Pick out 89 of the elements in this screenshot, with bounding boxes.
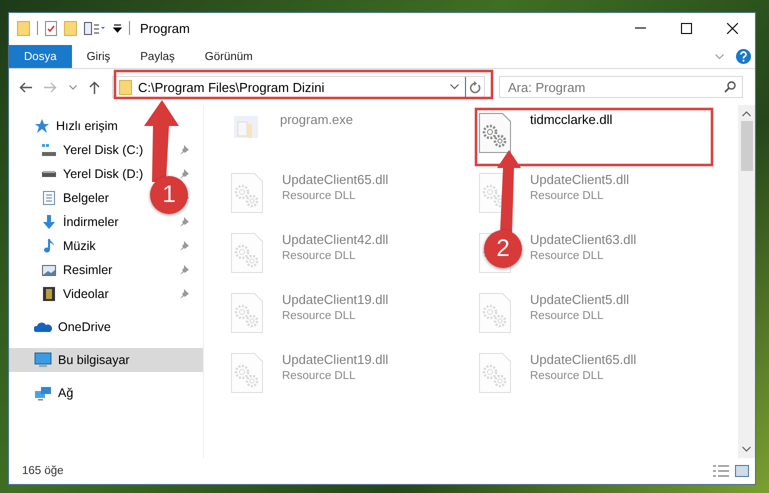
file-item[interactable]: UpdateClient65.dll Resource DLL — [474, 348, 722, 408]
gear-file-icon — [230, 172, 264, 214]
file-name: UpdateClient65.dll — [530, 352, 636, 367]
pin-icon[interactable] — [179, 145, 189, 155]
up-arrow-icon — [89, 80, 100, 94]
gear-file-icon — [478, 352, 512, 394]
sidebar-item[interactable]: Hızlı erişim — [9, 114, 203, 138]
window-title: Program — [140, 20, 191, 36]
pin-icon[interactable] — [179, 289, 189, 299]
file-name: UpdateClient19.dll — [282, 352, 388, 367]
file-type: Resource DLL — [282, 310, 357, 322]
address-bar[interactable]: C:\Program Files\Program Dizini — [112, 76, 485, 98]
file-type: Resource DLL — [282, 250, 357, 262]
drive-icon — [42, 171, 56, 177]
pin-icon[interactable] — [179, 265, 189, 275]
scrollbar[interactable] — [738, 105, 755, 458]
file-item[interactable]: UpdateClient42.dll Resource DLL — [226, 228, 474, 288]
file-type: Resource DLL — [530, 310, 605, 322]
customize-arrow-icon[interactable] — [113, 24, 122, 32]
details-view-icon[interactable] — [713, 465, 729, 477]
file-item[interactable]: UpdateClient65.dll Resource DLL — [226, 168, 474, 228]
file-type: Resource DLL — [282, 370, 357, 382]
gear-file-icon — [230, 232, 264, 274]
file-type: Resource DLL — [530, 250, 605, 262]
refresh-icon — [469, 80, 481, 94]
file-name: UpdateClient5.dll — [530, 292, 630, 307]
network-icon — [34, 385, 52, 401]
pin-icon[interactable] — [179, 169, 189, 179]
file-name: UpdateClient63.dll — [530, 232, 636, 247]
properties-icon[interactable] — [84, 22, 106, 34]
sidebar-item[interactable]: Müzik — [9, 234, 203, 258]
file-item[interactable]: UpdateClient19.dll Resource DLL — [226, 348, 474, 408]
picture-icon — [41, 262, 57, 278]
file-name: program.exe — [280, 112, 353, 127]
file-item[interactable]: UpdateClient19.dll Resource DLL — [226, 288, 474, 348]
search-icon — [724, 81, 736, 93]
file-name: UpdateClient19.dll — [282, 292, 388, 307]
checklist-icon[interactable] — [45, 20, 57, 36]
pin-icon[interactable] — [179, 241, 189, 251]
forward-arrow-icon — [44, 82, 57, 92]
drive-icon — [41, 142, 57, 158]
file-name: UpdateClient65.dll — [282, 172, 388, 187]
file-name: UpdateClient42.dll — [282, 232, 388, 247]
sidebar-item[interactable]: Yerel Disk (C:) — [9, 138, 203, 162]
back-arrow-icon — [19, 82, 32, 92]
folder-icon[interactable] — [64, 20, 77, 36]
sidebar-item[interactable]: Videolar — [9, 282, 203, 306]
sidebar-item[interactable]: Ağ — [9, 381, 203, 405]
large-icons-view-icon[interactable] — [735, 465, 749, 477]
file-item[interactable]: UpdateClient5.dll Resource DLL — [474, 288, 722, 348]
file-item[interactable]: tidmcclarke.dll — [474, 108, 722, 168]
file-name: UpdateClient5.dll — [530, 172, 630, 187]
item-count: 165 öğe — [22, 465, 65, 477]
file-name: tidmcclarke.dll — [530, 112, 612, 127]
download-arrow-icon — [41, 214, 57, 230]
address-path: C:\Program Files\Program Dizini — [138, 80, 326, 94]
file-type: Resource DLL — [530, 370, 605, 382]
file-type: Resource DLL — [282, 190, 357, 202]
sidebar-item[interactable]: Resimler — [9, 258, 203, 282]
gear-file-icon — [478, 112, 512, 154]
help-icon[interactable] — [736, 49, 751, 64]
sidebar-item[interactable]: OneDrive — [9, 315, 203, 339]
monitor-icon — [34, 352, 52, 368]
folder-icon[interactable] — [17, 20, 30, 36]
maximize-icon — [680, 22, 692, 34]
close-icon — [726, 22, 738, 34]
sidebar-item[interactable]: Bu bilgisayar — [9, 348, 203, 372]
folder-icon — [119, 80, 132, 94]
scroll-down-icon[interactable] — [742, 446, 751, 452]
ribbon-tab[interactable]: Görünüm — [190, 45, 268, 68]
star-icon — [34, 118, 50, 134]
ribbon-tab[interactable]: Dosya — [9, 45, 72, 68]
scroll-thumb[interactable] — [740, 121, 752, 171]
minimize-icon — [634, 27, 646, 29]
gear-file-icon — [230, 352, 264, 394]
gear-file-icon — [230, 292, 264, 334]
gear-file-icon — [478, 292, 512, 334]
pin-icon[interactable] — [179, 217, 189, 227]
ribbon-tab[interactable]: Paylaş — [125, 45, 190, 68]
document-icon — [41, 190, 57, 206]
file-type: Resource DLL — [530, 190, 605, 202]
file-item[interactable]: program.exe — [226, 108, 474, 168]
scroll-up-icon[interactable] — [742, 111, 751, 117]
chevron-down-icon — [69, 84, 77, 90]
search-field[interactable]: Ara: Program — [499, 76, 743, 98]
chevron-down-icon[interactable] — [450, 84, 459, 90]
music-note-icon — [41, 238, 57, 254]
ribbon-tab[interactable]: Giriş — [72, 45, 126, 68]
film-icon — [41, 286, 57, 302]
